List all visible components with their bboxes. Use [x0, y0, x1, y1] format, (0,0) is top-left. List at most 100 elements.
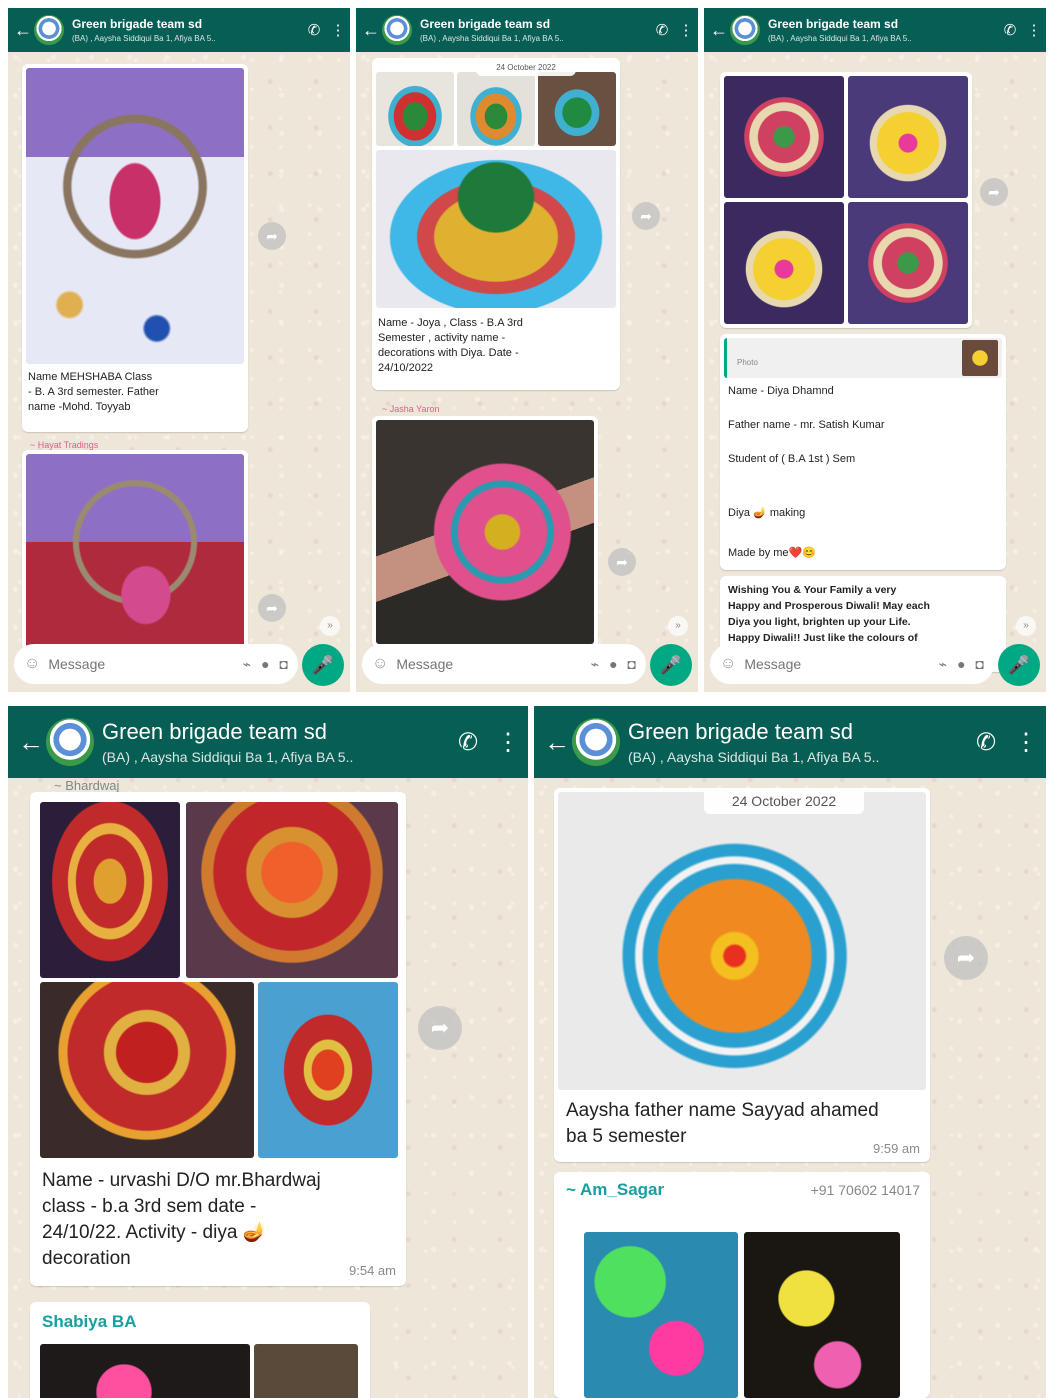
group-avatar[interactable]	[382, 15, 412, 45]
sender-name[interactable]: ~ Am_Sagar	[566, 1180, 664, 1200]
chat-subtitle: (BA) , Aaysha Siddiqui Ba 1, Afiya BA 5.…	[102, 749, 354, 765]
forward-icon[interactable]: ➦	[944, 936, 988, 980]
forward-icon[interactable]: ➦	[608, 548, 636, 576]
chat-title-block[interactable]: Green brigade team sd (BA) , Aaysha Sidd…	[768, 17, 998, 43]
sender-name[interactable]: ~ Bhardwaj	[54, 778, 119, 793]
group-avatar[interactable]	[572, 718, 620, 766]
message-time: 9:59 am	[873, 1141, 920, 1156]
forward-icon[interactable]: ➦	[418, 1006, 462, 1050]
diya-photo[interactable]	[457, 72, 535, 146]
image-message[interactable]	[372, 416, 598, 648]
camera-icon[interactable]: ◘	[280, 656, 288, 672]
payment-icon[interactable]: ●	[957, 656, 965, 672]
call-icon[interactable]: ✆	[650, 21, 674, 39]
forward-icon[interactable]: ➦	[980, 178, 1008, 206]
chat-title-block[interactable]: Green brigade team sd (BA) , Aaysha Sidd…	[628, 719, 966, 765]
quoted-photo-reply[interactable]: Photo	[724, 338, 1002, 378]
pink-diya-photo[interactable]	[376, 420, 594, 644]
image-message[interactable]: Name - urvashi D/O mr.Bhardwaj class - b…	[30, 792, 406, 1286]
image-message[interactable]: Name MEHSHABA Class - B. A 3rd semester.…	[22, 64, 248, 432]
basket-diya-photo[interactable]	[26, 454, 244, 650]
payment-icon[interactable]: ●	[609, 656, 617, 672]
chat-screenshot-5: ← Green brigade team sd (BA) , Aaysha Si…	[534, 706, 1046, 1398]
back-arrow-icon[interactable]: ←	[18, 729, 44, 755]
menu-icon[interactable]: ⋮	[1006, 728, 1046, 757]
mic-button[interactable]: 🎤	[650, 644, 692, 686]
chat-header: ← Green brigade team sd (BA) , Aaysha Si…	[704, 8, 1046, 52]
sender-name[interactable]: ~ Jasha Yaron	[382, 404, 439, 414]
forward-icon[interactable]: ➦	[258, 594, 286, 622]
text-message[interactable]: Photo Name - Diya Dhamnd Father name - m…	[720, 334, 1006, 570]
forward-icon[interactable]: ➦	[258, 222, 286, 250]
chat-title-block[interactable]: Green brigade team sd (BA) , Aaysha Sidd…	[420, 17, 650, 43]
scroll-down-icon[interactable]: »	[1016, 616, 1036, 636]
diya-photo[interactable]	[258, 982, 398, 1158]
diya-photo[interactable]	[538, 72, 616, 146]
emoji-icon[interactable]: ☺	[720, 655, 736, 673]
call-icon[interactable]: ✆	[966, 728, 1006, 757]
message-input[interactable]	[744, 656, 929, 672]
menu-icon[interactable]: ⋮	[1022, 21, 1046, 39]
image-message[interactable]: Aaysha father name Sayyad ahamed ba 5 se…	[554, 788, 930, 1162]
camera-icon[interactable]: ◘	[976, 656, 984, 672]
back-arrow-icon[interactable]: ←	[710, 21, 728, 39]
diya-photo[interactable]	[186, 802, 398, 978]
scroll-down-icon[interactable]: »	[320, 616, 340, 636]
group-avatar[interactable]	[730, 15, 760, 45]
diya-photo[interactable]	[40, 1344, 250, 1398]
diya-photo[interactable]	[254, 1344, 358, 1398]
message-input[interactable]	[48, 656, 233, 672]
group-avatar[interactable]	[34, 15, 64, 45]
diya-photo[interactable]	[40, 802, 180, 978]
father-name-line: Father name - mr. Satish Kumar	[728, 419, 885, 431]
scroll-down-icon[interactable]: »	[668, 616, 688, 636]
call-icon[interactable]: ✆	[998, 21, 1022, 39]
diya-photo[interactable]	[744, 1232, 900, 1398]
sender-name[interactable]: Shabiya BA	[42, 1312, 136, 1332]
image-message[interactable]	[22, 450, 248, 650]
image-message[interactable]: ~ Am_Sagar +91 70602 14017	[554, 1172, 930, 1398]
message-input[interactable]	[396, 656, 581, 672]
attach-icon[interactable]: ⌁	[591, 656, 599, 673]
diya-photo[interactable]	[848, 76, 968, 198]
menu-icon[interactable]: ⋮	[326, 21, 350, 39]
image-message[interactable]: Shabiya BA	[30, 1302, 370, 1398]
image-message[interactable]	[720, 72, 972, 328]
diya-photo[interactable]	[724, 202, 844, 324]
emoji-icon[interactable]: ☺	[372, 655, 388, 673]
diya-photo[interactable]	[848, 202, 968, 324]
diya-photo[interactable]	[724, 76, 844, 198]
forward-icon[interactable]: ➦	[632, 202, 660, 230]
call-icon[interactable]: ✆	[448, 728, 488, 757]
back-arrow-icon[interactable]: ←	[544, 729, 570, 755]
chat-title: Green brigade team sd	[102, 719, 328, 744]
payment-icon[interactable]: ●	[261, 656, 269, 672]
diya-photo[interactable]	[376, 72, 454, 146]
mic-button[interactable]: 🎤	[998, 644, 1040, 686]
chat-title-block[interactable]: Green brigade team sd (BA) , Aaysha Sidd…	[102, 719, 448, 765]
back-arrow-icon[interactable]: ←	[362, 21, 380, 39]
green-diya-photo[interactable]	[376, 150, 616, 308]
sender-phone: +91 70602 14017	[810, 1182, 920, 1198]
image-message[interactable]: Name - Joya , Class - B.A 3rd Semester ,…	[372, 58, 620, 390]
message-time: 9:54 am	[349, 1263, 396, 1278]
mic-button[interactable]: 🎤	[302, 644, 344, 686]
chat-title-block[interactable]: Green brigade team sd (BA) , Aaysha Sidd…	[72, 17, 302, 43]
attach-icon[interactable]: ⌁	[243, 656, 251, 673]
back-arrow-icon[interactable]: ←	[14, 21, 32, 39]
call-icon[interactable]: ✆	[302, 21, 326, 39]
diya-photo[interactable]	[584, 1232, 738, 1398]
camera-icon[interactable]: ◘	[628, 656, 636, 672]
date-chip: 24 October 2022	[704, 788, 864, 814]
menu-icon[interactable]: ⋮	[674, 21, 698, 39]
diya-photo[interactable]	[40, 982, 254, 1158]
orange-diya-photo[interactable]	[558, 792, 926, 1090]
emoji-icon[interactable]: ☺	[24, 655, 40, 673]
basket-diya-photo[interactable]	[26, 68, 244, 364]
group-avatar[interactable]	[46, 718, 94, 766]
name-line: Name - Diya Dhamnd	[728, 385, 834, 397]
attach-icon[interactable]: ⌁	[939, 656, 947, 673]
chat-header: ← Green brigade team sd (BA) , Aaysha Si…	[534, 706, 1046, 778]
sender-name[interactable]: ~ Hayat Tradings	[30, 440, 98, 450]
menu-icon[interactable]: ⋮	[488, 728, 528, 757]
